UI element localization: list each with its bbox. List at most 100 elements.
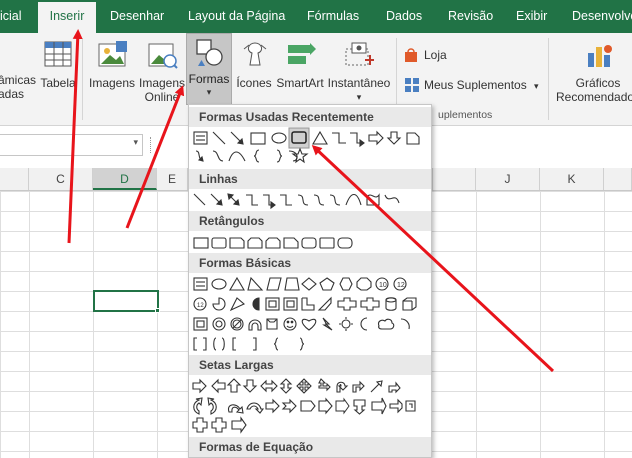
pivot-label-line1: âmicas xyxy=(0,73,37,87)
selected-cell-d6[interactable] xyxy=(93,290,159,312)
loja-label: Loja xyxy=(424,48,447,62)
icones-label: Ícones xyxy=(236,76,272,90)
imagens-online-label-line2: Online xyxy=(144,90,180,104)
shape-right-arrow[interactable] xyxy=(368,130,384,146)
svg-text:12: 12 xyxy=(197,303,204,309)
tab-layout-da-pagina[interactable]: Layout da Página xyxy=(188,0,285,33)
column-header-l[interactable] xyxy=(604,168,632,190)
ribbon-tab-bar: icial Inserir Desenhar Layout da Página … xyxy=(0,0,632,33)
grid-line xyxy=(157,191,158,458)
svg-text:10: 10 xyxy=(379,282,387,289)
instantaneo-button[interactable]: Instantâneo ▾ xyxy=(326,37,392,107)
column-header-d[interactable]: D xyxy=(93,168,157,190)
group-separator xyxy=(82,38,83,120)
imagens-online-label-line1: Imagens xyxy=(138,76,186,90)
grid-line xyxy=(29,191,30,458)
tab-desenvolvedor[interactable]: Desenvolve xyxy=(572,0,632,33)
grid-line xyxy=(604,191,605,458)
pivot-table-button[interactable]: âmicas adas xyxy=(0,73,36,101)
graficos-label-line1: Gráficos xyxy=(575,76,621,90)
shape-rectangle[interactable] xyxy=(250,132,266,145)
column-header-e[interactable]: E xyxy=(157,168,188,190)
shape-left-brace[interactable] xyxy=(253,149,260,163)
formas-caret-icon: ▾ xyxy=(206,87,212,97)
formula-bar-separator xyxy=(150,137,152,153)
smartart-icon xyxy=(288,43,316,64)
tabela-label: Tabela xyxy=(40,76,76,90)
shape-right-brace[interactable] xyxy=(276,149,283,163)
tab-formulas[interactable]: Fórmulas xyxy=(307,0,359,33)
shape-basic-row-1[interactable]: 10 12 xyxy=(193,276,407,291)
grid-line xyxy=(540,191,541,458)
group-separator xyxy=(548,38,549,120)
shape-elbow-connector[interactable] xyxy=(332,132,346,144)
shape-elbow-arrow[interactable] xyxy=(350,132,365,148)
recommended-charts-icon xyxy=(588,45,612,67)
grid-line xyxy=(476,191,477,458)
column-header-b[interactable] xyxy=(0,168,29,190)
meus-suplementos-button[interactable]: Meus Suplementos ▾ xyxy=(404,77,544,95)
shape-block-arrows-row-3[interactable] xyxy=(192,416,247,434)
shapes-gallery: Formas Usadas Recentemente Linhas Retâng… xyxy=(188,104,432,458)
formas-label: Formas xyxy=(188,72,230,86)
column-header-i[interactable] xyxy=(432,168,476,190)
icons-icon xyxy=(243,42,267,66)
instantaneo-caret-icon: ▾ xyxy=(356,92,362,102)
store-icon xyxy=(405,48,417,62)
tab-desenhar[interactable]: Desenhar xyxy=(110,0,164,33)
tab-revisao[interactable]: Revisão xyxy=(448,0,493,33)
shape-text-box[interactable] xyxy=(193,131,208,145)
instantaneo-label: Instantâneo xyxy=(327,76,391,90)
screenshot-icon xyxy=(345,42,374,66)
shape-block-arrows-row-1[interactable] xyxy=(192,378,401,394)
shape-arrow-line[interactable] xyxy=(230,131,244,145)
formas-button[interactable]: Formas ▾ xyxy=(186,33,232,105)
tab-inserir[interactable]: Inserir xyxy=(38,2,96,33)
column-header-k[interactable]: K xyxy=(540,168,604,190)
meus-suplementos-caret-icon: ▾ xyxy=(534,81,539,91)
shape-rounded-rectangle-highlighted[interactable] xyxy=(288,127,310,149)
smartart-label: SmartArt xyxy=(276,76,324,90)
icones-button[interactable]: Ícones xyxy=(234,37,274,107)
shape-basic-row-4[interactable] xyxy=(193,337,305,351)
graficos-recomendados-button[interactable]: Gráficos Recomendados xyxy=(552,37,632,107)
shape-rectangles-row[interactable] xyxy=(193,237,353,249)
shape-down-arrow[interactable] xyxy=(386,131,402,145)
grid-line xyxy=(93,191,94,458)
imagens-label: Imagens xyxy=(88,76,136,90)
name-box[interactable]: ▾ xyxy=(0,134,143,156)
shape-lines-row[interactable] xyxy=(193,193,400,210)
shape-oval[interactable] xyxy=(271,132,287,144)
picture-icon xyxy=(98,41,127,67)
smartart-button[interactable]: SmartArt xyxy=(274,37,326,107)
tab-pagina-inicial[interactable]: icial xyxy=(0,0,22,33)
column-header-c[interactable]: C xyxy=(29,168,93,190)
pivot-label-line2: adas xyxy=(0,87,25,101)
online-picture-icon xyxy=(148,43,178,69)
shape-basic-row-2[interactable]: 12 xyxy=(193,296,417,312)
shape-block-arrows-row-2[interactable] xyxy=(193,397,416,415)
fill-handle[interactable] xyxy=(155,308,160,313)
group-label-suplementos: uplementos xyxy=(438,109,493,121)
imagens-button[interactable]: Imagens xyxy=(88,37,136,107)
name-box-dropdown-icon[interactable]: ▾ xyxy=(133,137,138,148)
tabela-button[interactable]: Tabela xyxy=(40,37,76,107)
shapes-icon xyxy=(196,39,223,66)
tab-dados[interactable]: Dados xyxy=(386,0,422,33)
addins-icon xyxy=(405,78,419,92)
svg-text:12: 12 xyxy=(397,282,405,289)
shape-curved-arrow-connector[interactable] xyxy=(195,150,204,162)
shape-curve[interactable] xyxy=(228,151,246,162)
tab-exibir[interactable]: Exibir xyxy=(516,0,547,33)
table-icon xyxy=(44,41,72,67)
shape-triangle[interactable] xyxy=(312,130,328,145)
shape-curved-connector[interactable] xyxy=(212,150,224,162)
column-header-j[interactable]: J xyxy=(476,168,540,190)
meus-suplementos-label: Meus Suplementos xyxy=(424,78,527,92)
shape-snip-rectangle[interactable] xyxy=(406,132,420,145)
shape-line[interactable] xyxy=(212,131,226,145)
graficos-label-line2: Recomendados xyxy=(556,90,632,104)
shape-basic-row-3[interactable] xyxy=(193,317,410,331)
shapes-grid: 10 12 12 xyxy=(192,127,420,434)
imagens-online-button[interactable]: Imagens Online xyxy=(138,37,186,107)
